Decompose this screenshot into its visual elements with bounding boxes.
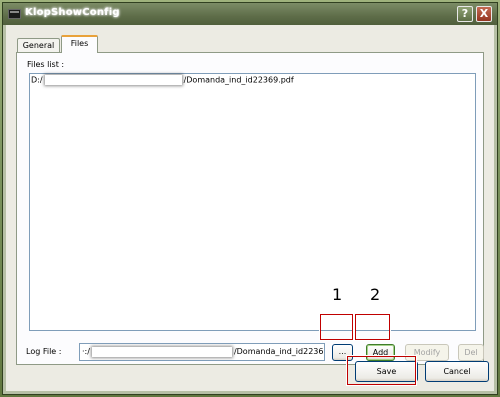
callout-number-panel: 1 2 <box>322 279 397 311</box>
callout-number-1: 1 <box>332 285 343 304</box>
callout-browse-highlight <box>319 313 354 341</box>
callout-save-highlight <box>346 355 417 386</box>
callout-add-highlight <box>354 313 391 341</box>
log-file-label: Log File : <box>26 347 62 356</box>
redacted-path-segment <box>91 346 232 357</box>
tab-files[interactable]: Files <box>61 35 98 53</box>
config-window: KlopShowConfig ? X General Files Files l… <box>2 2 498 395</box>
cancel-button[interactable]: Cancel <box>425 361 489 382</box>
files-tab-panel: Files list : D:/ /Domanda_ind_id22369.pdf… <box>16 52 484 365</box>
files-list[interactable]: D:/ /Domanda_ind_id22369.pdf <box>29 73 476 331</box>
tab-general[interactable]: General <box>17 38 60 53</box>
list-item[interactable]: D:/ /Domanda_ind_id22369.pdf <box>31 75 294 85</box>
window-title: KlopShowConfig <box>25 7 120 18</box>
delete-button[interactable]: Del <box>458 344 484 361</box>
callout-number-2: 2 <box>370 285 381 304</box>
app-window-icon <box>8 9 21 19</box>
files-list-label: Files list : <box>27 60 65 69</box>
file-path-prefix: D:/ <box>31 75 43 85</box>
redacted-path-segment <box>44 75 182 85</box>
title-bar[interactable]: KlopShowConfig ? X <box>3 3 497 25</box>
log-path-prefix: ·:/ <box>82 347 90 356</box>
log-path-suffix: /Domanda_ind_id22369.pdf <box>233 347 324 356</box>
file-path-suffix: /Domanda_ind_id22369.pdf <box>183 75 294 85</box>
log-file-field[interactable]: ·:/ /Domanda_ind_id22369.pdf <box>79 343 325 361</box>
close-button[interactable]: X <box>476 6 492 22</box>
window-client-area: General Files Files list : D:/ /Domanda_i… <box>6 25 494 391</box>
help-button[interactable]: ? <box>457 6 473 22</box>
